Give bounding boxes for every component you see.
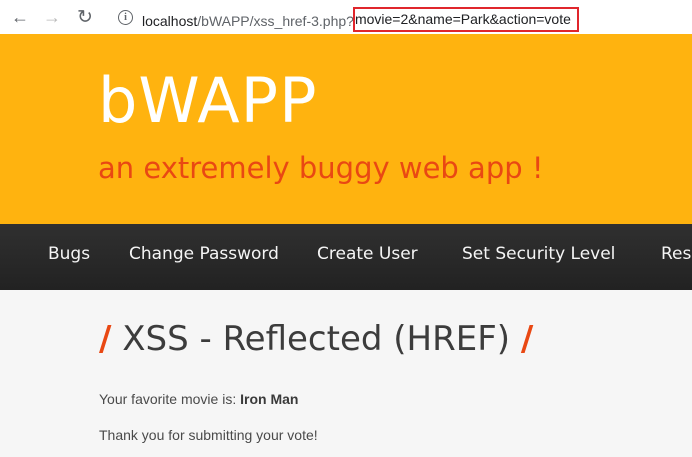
main-menu: Bugs Change Password Create User Set Sec…: [0, 224, 692, 290]
menu-item-bugs[interactable]: Bugs: [48, 246, 90, 263]
forward-arrow-icon[interactable]: →: [41, 6, 63, 28]
page-title: / XSS - Reflected (HREF) /: [99, 322, 533, 356]
site-logo[interactable]: bWAPP: [98, 70, 317, 132]
back-arrow-icon[interactable]: ←: [9, 6, 31, 28]
favorite-movie-label: Your favorite movie is:: [99, 391, 241, 407]
favorite-movie-line: Your favorite movie is: Iron Man: [99, 391, 298, 407]
url-host: localhost: [142, 13, 198, 29]
site-tagline: an extremely buggy web app !: [98, 151, 544, 185]
browser-toolbar: ← → ↻ i localhost/bWAPP/xss_href-3.php?m…: [0, 0, 692, 35]
menu-item-create-user[interactable]: Create User: [317, 246, 418, 263]
page-title-text: XSS - Reflected (HREF): [122, 319, 511, 359]
main-content: / XSS - Reflected (HREF) / Your favorite…: [0, 290, 692, 457]
url-query-highlighted: movie=2&name=Park&action=vote: [352, 7, 579, 32]
site-info-icon[interactable]: i: [118, 10, 133, 25]
address-bar[interactable]: localhost/bWAPP/xss_href-3.php?movie=2&n…: [142, 7, 579, 34]
menu-item-change-password[interactable]: Change Password: [129, 246, 279, 263]
favorite-movie-value: Iron Man: [240, 391, 299, 407]
menu-item-reset[interactable]: Res: [661, 246, 691, 263]
menu-item-set-security-level[interactable]: Set Security Level: [462, 246, 615, 263]
title-slash-right: /: [520, 319, 534, 359]
vote-confirmation: Thank you for submitting your vote!: [99, 427, 318, 443]
url-path: /bWAPP/xss_href-3.php?: [197, 13, 354, 29]
title-slash-left: /: [99, 319, 112, 359]
site-header: bWAPP an extremely buggy web app !: [0, 34, 692, 224]
reload-icon[interactable]: ↻: [74, 6, 96, 28]
